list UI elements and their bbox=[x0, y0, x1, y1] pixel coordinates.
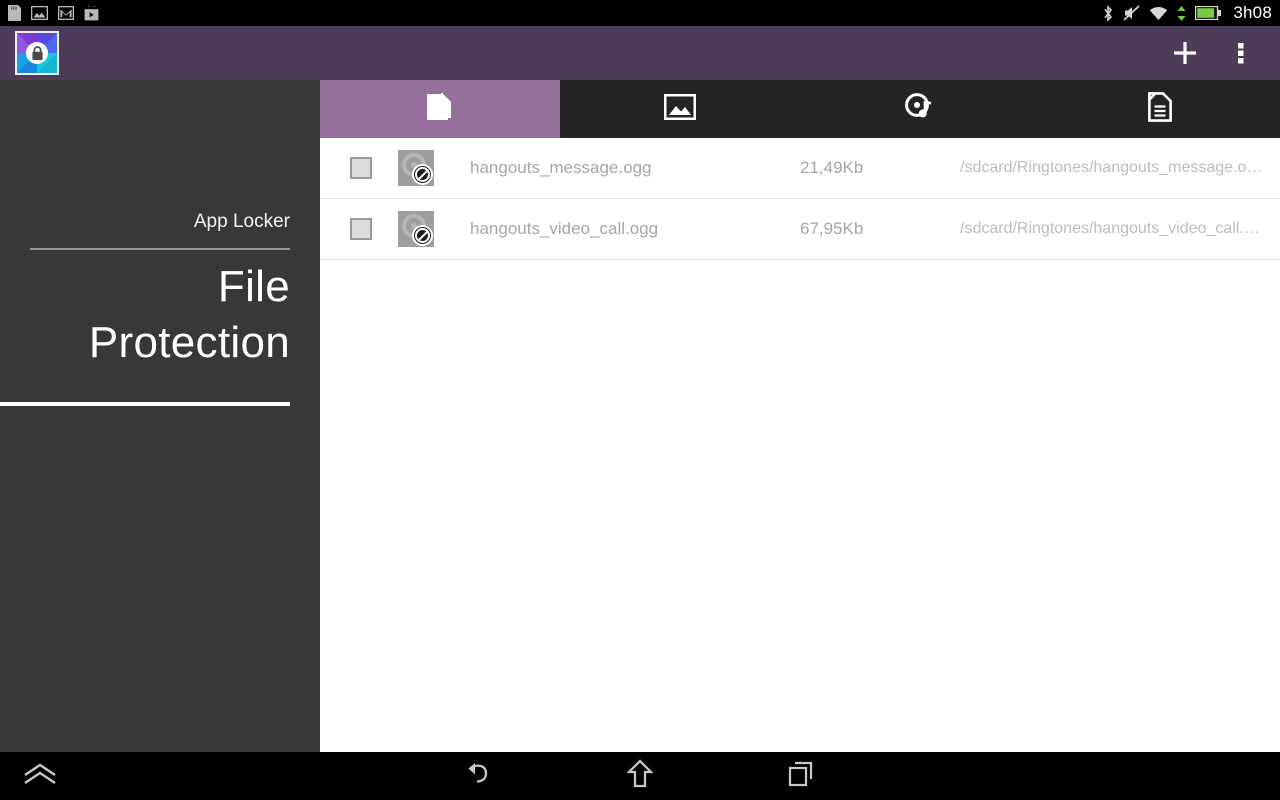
system-navigation-bar bbox=[0, 752, 1280, 800]
file-size: 21,49Kb bbox=[800, 158, 864, 177]
play-store-icon bbox=[84, 5, 99, 20]
music-disc-icon bbox=[905, 92, 935, 126]
file-document-icon bbox=[427, 92, 453, 127]
gallery-icon bbox=[31, 6, 48, 20]
status-bar-clock: 3h08 bbox=[1233, 3, 1272, 22]
file-select-checkbox[interactable] bbox=[350, 157, 372, 179]
content-panel: hangouts_message.ogg 21,49Kb /sdcard/Rin… bbox=[320, 80, 1280, 752]
wifi-icon bbox=[1150, 6, 1168, 20]
blocked-preview-icon bbox=[398, 150, 434, 186]
add-button[interactable] bbox=[1168, 36, 1202, 70]
sidebar-item-app-locker-label: App Locker bbox=[193, 211, 290, 232]
action-bar-buttons bbox=[1168, 36, 1280, 70]
navigation-sidebar: App Locker File Protection bbox=[0, 80, 320, 752]
home-icon bbox=[626, 758, 654, 794]
action-bar bbox=[0, 26, 1280, 80]
file-path: /sdcard/Ringtones/hangouts_message.o… bbox=[960, 159, 1263, 176]
tab-other-files[interactable] bbox=[1040, 80, 1280, 138]
file-select-checkbox[interactable] bbox=[350, 218, 372, 240]
file-name: hangouts_video_call.ogg bbox=[470, 219, 659, 238]
tab-images[interactable] bbox=[560, 80, 800, 138]
table-row[interactable]: hangouts_video_call.ogg 67,95Kb /sdcard/… bbox=[320, 199, 1280, 260]
overflow-menu-button[interactable] bbox=[1224, 36, 1258, 70]
app-locker-icon[interactable] bbox=[15, 31, 59, 75]
back-icon bbox=[463, 760, 493, 793]
bluetooth-icon bbox=[1104, 4, 1113, 22]
navigation-buttons bbox=[0, 752, 1280, 800]
file-path: /sdcard/Ringtones/hangouts_video_call.… bbox=[960, 220, 1260, 237]
image-photo-icon bbox=[663, 93, 697, 125]
data-transfer-icon bbox=[1177, 5, 1186, 21]
table-row[interactable]: hangouts_message.ogg 21,49Kb /sdcard/Rin… bbox=[320, 138, 1280, 199]
sidebar-item-file-protection-label-line1: File bbox=[217, 262, 290, 311]
status-bar-notification-icons bbox=[8, 5, 99, 21]
file-list: hangouts_message.ogg 21,49Kb /sdcard/Rin… bbox=[320, 138, 1280, 260]
tab-documents[interactable] bbox=[320, 80, 560, 138]
back-button[interactable] bbox=[454, 752, 502, 800]
lock-icon bbox=[26, 42, 48, 64]
tab-audio[interactable] bbox=[800, 80, 1040, 138]
file-name: hangouts_message.ogg bbox=[470, 158, 652, 177]
status-bar: 3h08 bbox=[0, 0, 1280, 26]
no-preview-badge-icon bbox=[412, 225, 433, 246]
blocked-preview-icon bbox=[398, 211, 434, 247]
file-type-tabbar bbox=[320, 80, 1280, 138]
recent-apps-icon bbox=[787, 760, 817, 793]
file-size: 67,95Kb bbox=[800, 219, 864, 238]
recent-apps-button[interactable] bbox=[778, 752, 826, 800]
home-button[interactable] bbox=[616, 752, 664, 800]
silent-mode-icon bbox=[1123, 5, 1140, 21]
sidebar-item-file-protection-label-line2: Protection bbox=[88, 318, 290, 368]
no-preview-badge-icon bbox=[412, 164, 433, 185]
battery-icon bbox=[1195, 6, 1222, 20]
android-screen: 3h08 App Locker File Protection hangouts… bbox=[0, 0, 1280, 800]
status-bar-system-icons: 3h08 bbox=[1102, 3, 1272, 23]
sidebar-item-app-locker[interactable]: App Locker bbox=[0, 80, 320, 231]
gmail-icon bbox=[58, 6, 74, 20]
sdcard-icon bbox=[8, 5, 21, 21]
sidebar-divider-selected bbox=[0, 402, 290, 406]
sidebar-item-file-protection[interactable]: File Protection bbox=[0, 231, 320, 372]
text-document-icon bbox=[1148, 91, 1172, 127]
